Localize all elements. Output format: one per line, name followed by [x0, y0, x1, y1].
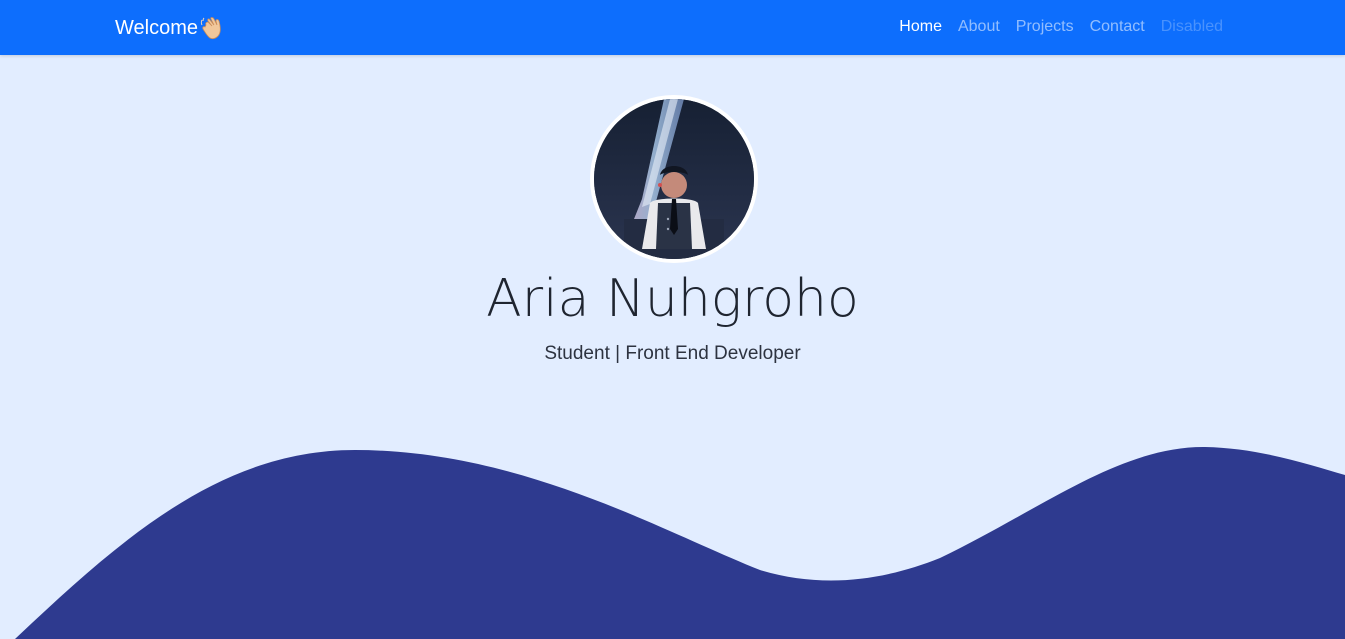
- avatar: [590, 95, 758, 263]
- nav-link-disabled: Disabled: [1160, 18, 1223, 35]
- nav-link-home[interactable]: Home: [891, 15, 950, 39]
- nav-link-contact[interactable]: Contact: [1082, 15, 1153, 39]
- navbar: Welcome Home About Projects Contact Disa…: [0, 0, 1345, 55]
- hero-name: Aria Nuhgroho: [486, 269, 859, 329]
- brand-link[interactable]: Welcome: [115, 14, 225, 42]
- nav-link-projects[interactable]: Projects: [1008, 15, 1082, 39]
- hero-subtitle: Student | Front End Developer: [544, 343, 801, 364]
- wave-decoration: [0, 446, 1345, 639]
- nav-links: Home About Projects Contact Disabled: [891, 15, 1231, 39]
- waving-hand-icon: [199, 15, 225, 41]
- brand-text: Welcome: [115, 17, 198, 39]
- nav-link-about[interactable]: About: [950, 15, 1008, 39]
